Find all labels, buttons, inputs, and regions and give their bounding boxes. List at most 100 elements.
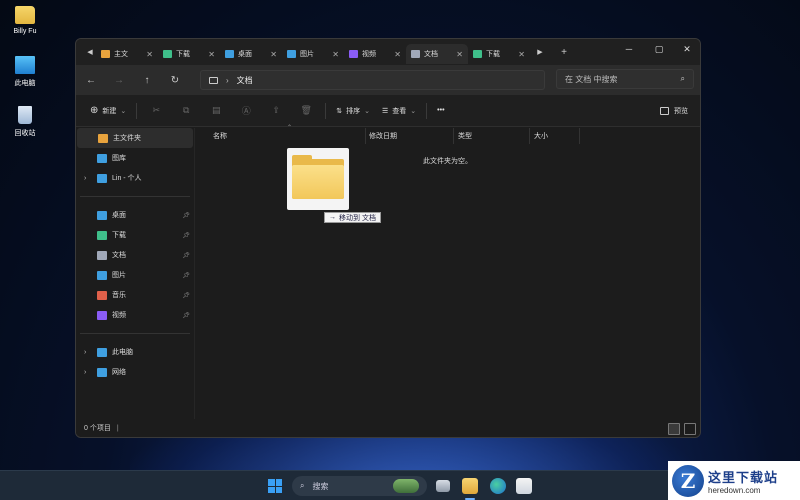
toolbar-divider — [426, 102, 428, 119]
desktop-icon-user-folder[interactable]: Billy Fu — [0, 6, 50, 35]
sidebar-item-computer[interactable]: › 此电脑 — [76, 342, 194, 362]
sidebar-item-gallery[interactable]: 图库 — [76, 148, 194, 168]
preview-pane-button[interactable]: 预览 — [660, 95, 688, 127]
desktop-icon-this-pc[interactable]: 此电脑 — [0, 56, 50, 88]
tab-close-icon[interactable]: ✕ — [208, 50, 215, 59]
videos-icon — [97, 310, 107, 320]
tab-label: 主文 — [114, 51, 128, 58]
sidebar-item-videos[interactable]: 视频 📌︎ — [76, 305, 194, 325]
pin-icon[interactable]: 📌︎ — [182, 212, 190, 219]
windows-start-icon[interactable] — [268, 479, 282, 493]
edge-browser-icon[interactable] — [490, 478, 506, 494]
column-divider[interactable] — [453, 128, 454, 144]
tab-videos[interactable]: 视频 ✕ — [344, 44, 406, 64]
paste-icon[interactable]: ▤ — [201, 105, 231, 116]
tab-scroll-right-icon[interactable]: ▶ — [534, 48, 546, 56]
sidebar-item-pictures[interactable]: 图片 📌︎ — [76, 265, 194, 285]
sidebar-item-onedrive[interactable]: › Lin - 个人 — [76, 168, 194, 188]
store-icon[interactable] — [516, 478, 532, 494]
sidebar-pinned-group: 桌面 📌︎ 下载 📌︎ 文档 📌︎ 图片 📌︎ 音乐 📌︎ 视频 📌︎ — [76, 205, 194, 325]
tab-home[interactable]: 主文 ✕ — [96, 44, 158, 64]
tab-close-icon[interactable]: ✕ — [394, 50, 401, 59]
tab-pictures[interactable]: 图片 ✕ — [282, 44, 344, 64]
close-icon[interactable]: ✕ — [672, 39, 700, 59]
tab-close-icon[interactable]: ✕ — [456, 50, 463, 59]
chevron-right-icon: › — [226, 75, 229, 85]
column-header-type[interactable]: 类型 — [458, 131, 472, 141]
column-header-modified[interactable]: 修改日期 — [369, 131, 397, 141]
tab-scroll-left-icon[interactable]: ◀ — [84, 48, 96, 56]
column-header-size[interactable]: 大小 — [534, 131, 548, 141]
sort-up-icon: ⌃ — [287, 125, 293, 131]
tab-close-icon[interactable]: ✕ — [332, 50, 339, 59]
column-divider[interactable] — [529, 128, 530, 144]
sidebar-item-label: 此电脑 — [112, 349, 133, 356]
expand-chevron-icon[interactable]: › — [84, 175, 92, 182]
copy-icon[interactable]: ⧉ — [171, 105, 201, 116]
sort-button[interactable]: ⇅ 排序 ⌄ — [330, 100, 376, 122]
desktop-icon-recycle-bin[interactable]: 回收站 — [0, 106, 50, 138]
tab-download[interactable]: 下载 ✕ — [468, 44, 530, 64]
maximize-icon[interactable]: ▢ — [644, 39, 674, 59]
sidebar-item-label: 音乐 — [112, 292, 126, 299]
details-view-icon[interactable] — [668, 423, 680, 435]
minimize-icon[interactable]: ─ — [614, 39, 644, 59]
pin-icon[interactable]: 📌︎ — [182, 232, 190, 239]
tab-close-icon[interactable]: ✕ — [146, 50, 153, 59]
column-divider[interactable] — [365, 128, 366, 144]
pin-icon[interactable]: 📌︎ — [182, 292, 190, 299]
sidebar-item-music[interactable]: 音乐 📌︎ — [76, 285, 194, 305]
preview-pane-label: 预览 — [674, 108, 688, 115]
rename-icon[interactable]: Ⓐ — [231, 104, 261, 117]
arrow-right-icon: → — [329, 214, 336, 221]
more-options-button[interactable]: ••• — [431, 100, 450, 122]
window-body: 主文件夹 图库 › Lin - 个人 桌面 📌︎ 下载 📌︎ 文档 📌︎ 图片 📌︎ 音乐 📌︎ 视频 📌︎… — [76, 125, 700, 419]
sidebar-item-documents[interactable]: 文档 📌︎ — [76, 245, 194, 265]
file-explorer-taskbar-icon[interactable] — [462, 478, 478, 494]
new-button[interactable]: ⊕ 新建 ⌄ — [84, 100, 132, 122]
sidebar-item-network[interactable]: › 网络 — [76, 362, 194, 382]
sidebar-top-group: 主文件夹图库 › Lin - 个人 — [76, 128, 194, 188]
pin-icon[interactable]: 📌︎ — [182, 252, 190, 259]
sidebar-item-home[interactable]: 主文件夹 — [77, 128, 193, 148]
address-path-box[interactable]: › 文档 — [200, 70, 545, 90]
column-header-name[interactable]: 名称 — [213, 131, 227, 141]
chevron-down-icon: ⌄ — [410, 107, 417, 115]
tab-label: 下载 — [176, 51, 190, 58]
watermark-english-text: heredown.com — [708, 485, 761, 495]
tab-close-icon[interactable]: ✕ — [518, 50, 525, 59]
up-icon[interactable]: ↑ — [140, 75, 154, 86]
forward-icon[interactable]: → — [112, 75, 126, 86]
column-divider[interactable] — [579, 128, 580, 144]
task-view-icon[interactable] — [436, 480, 450, 492]
sidebar-item-download[interactable]: 下载 📌︎ — [76, 225, 194, 245]
share-icon[interactable]: ⇪ — [261, 105, 291, 116]
item-count-text: 0 个项目 — [84, 425, 111, 432]
tiles-view-icon[interactable] — [684, 423, 696, 435]
expand-chevron-icon[interactable]: › — [84, 349, 92, 356]
pin-icon[interactable]: 📌︎ — [182, 272, 190, 279]
computer-icon — [15, 56, 35, 74]
videos-icon — [349, 50, 358, 58]
pictures-icon — [287, 50, 296, 58]
cut-icon[interactable]: ✂ — [141, 105, 171, 116]
view-button[interactable]: ☰ 查看 ⌄ — [376, 100, 422, 122]
address-path-label: 文档 — [236, 75, 253, 85]
tab-documents[interactable]: 文档 ✕ — [406, 44, 468, 64]
refresh-icon[interactable]: ↻ — [168, 75, 182, 86]
sidebar-item-label: 图库 — [112, 155, 126, 162]
watermark-chinese-text: 这里下载站 — [708, 469, 779, 485]
tab-close-icon[interactable]: ✕ — [270, 50, 277, 59]
delete-icon[interactable]: 🗑︎ — [291, 105, 321, 116]
tab-download[interactable]: 下载 ✕ — [158, 44, 220, 64]
search-input[interactable]: 在 文档 中搜索 ⌕ — [556, 69, 694, 89]
tab-label: 文档 — [424, 51, 438, 58]
new-tab-button[interactable]: + — [558, 47, 570, 58]
pin-icon[interactable]: 📌︎ — [182, 312, 190, 319]
tab-label: 桌面 — [238, 51, 252, 58]
sidebar-item-desktop[interactable]: 桌面 📌︎ — [76, 205, 194, 225]
tab-desktop[interactable]: 桌面 ✕ — [220, 44, 282, 64]
expand-chevron-icon[interactable]: › — [84, 369, 92, 376]
taskbar-search-box[interactable]: ⌕ 搜索 — [292, 476, 427, 496]
back-icon[interactable]: ← — [84, 75, 98, 86]
